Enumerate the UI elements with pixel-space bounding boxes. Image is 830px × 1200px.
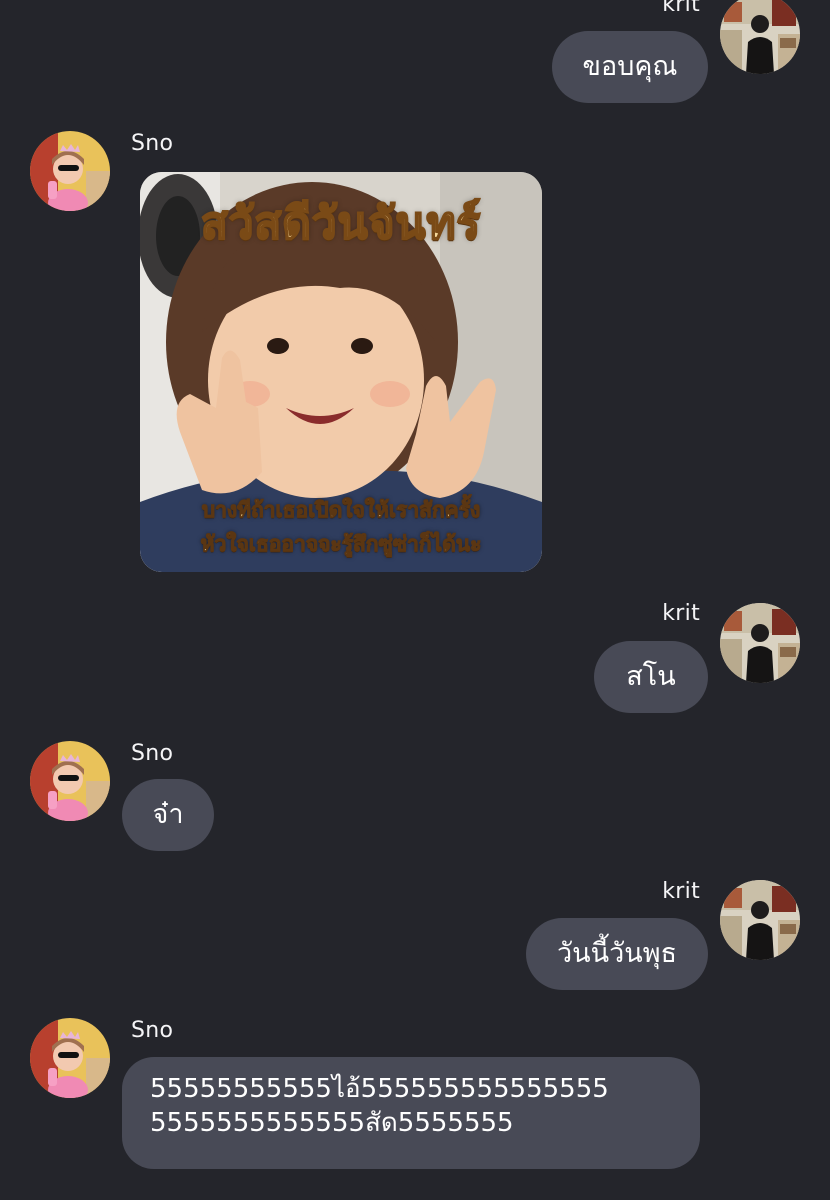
sticker-image[interactable]: สวัสดีวันจันทร์ บางทีถ้าเธอเปิดใจให้เราส…: [140, 172, 542, 572]
sticker-title: สวัสดีวันจันทร์: [200, 197, 482, 250]
sender-name: Sno: [131, 741, 174, 766]
sno-avatar[interactable]: [30, 131, 110, 211]
krit-avatar[interactable]: [720, 0, 800, 74]
message-bubble[interactable]: จ๋า: [122, 779, 214, 851]
message-bubble[interactable]: สโน: [594, 641, 708, 713]
message-bubble[interactable]: วันนี้วันพุธ: [526, 918, 708, 990]
krit-avatar[interactable]: [720, 880, 800, 960]
message-bubble[interactable]: ขอบคุณ: [552, 31, 708, 103]
message-text: จ๋า: [152, 799, 184, 831]
sticker-caption-line: บางทีถ้าเธอเปิดใจให้เราสักครั้ง: [201, 498, 481, 523]
message-text: สโน: [626, 661, 676, 693]
sender-name: Sno: [131, 1018, 174, 1043]
sno-avatar[interactable]: [30, 741, 110, 821]
message-text: วันนี้วันพุธ: [557, 938, 677, 970]
chat-thread: krit ขอบคุณ Sno สวัสดีวันจันทร์ บางทีถ้า…: [0, 0, 830, 1200]
sender-name: krit: [662, 0, 700, 17]
sno-avatar[interactable]: [30, 1018, 110, 1098]
message-text: ขอบคุณ: [582, 51, 678, 83]
sticker-caption-line: หัวใจเธออาจจะรู้สึกซู่ซ่าก็ได้นะ: [200, 532, 482, 557]
sender-name: krit: [662, 601, 700, 626]
message-text-line: 55555555555ไอ้555555555555555: [150, 1074, 609, 1104]
message-text-line: 5555555555555สัด5555555: [150, 1107, 514, 1138]
krit-avatar[interactable]: [720, 603, 800, 683]
message-bubble[interactable]: 55555555555ไอ้555555555555555 5555555555…: [122, 1057, 700, 1169]
sender-name: krit: [662, 879, 700, 904]
sender-name: Sno: [131, 131, 174, 156]
